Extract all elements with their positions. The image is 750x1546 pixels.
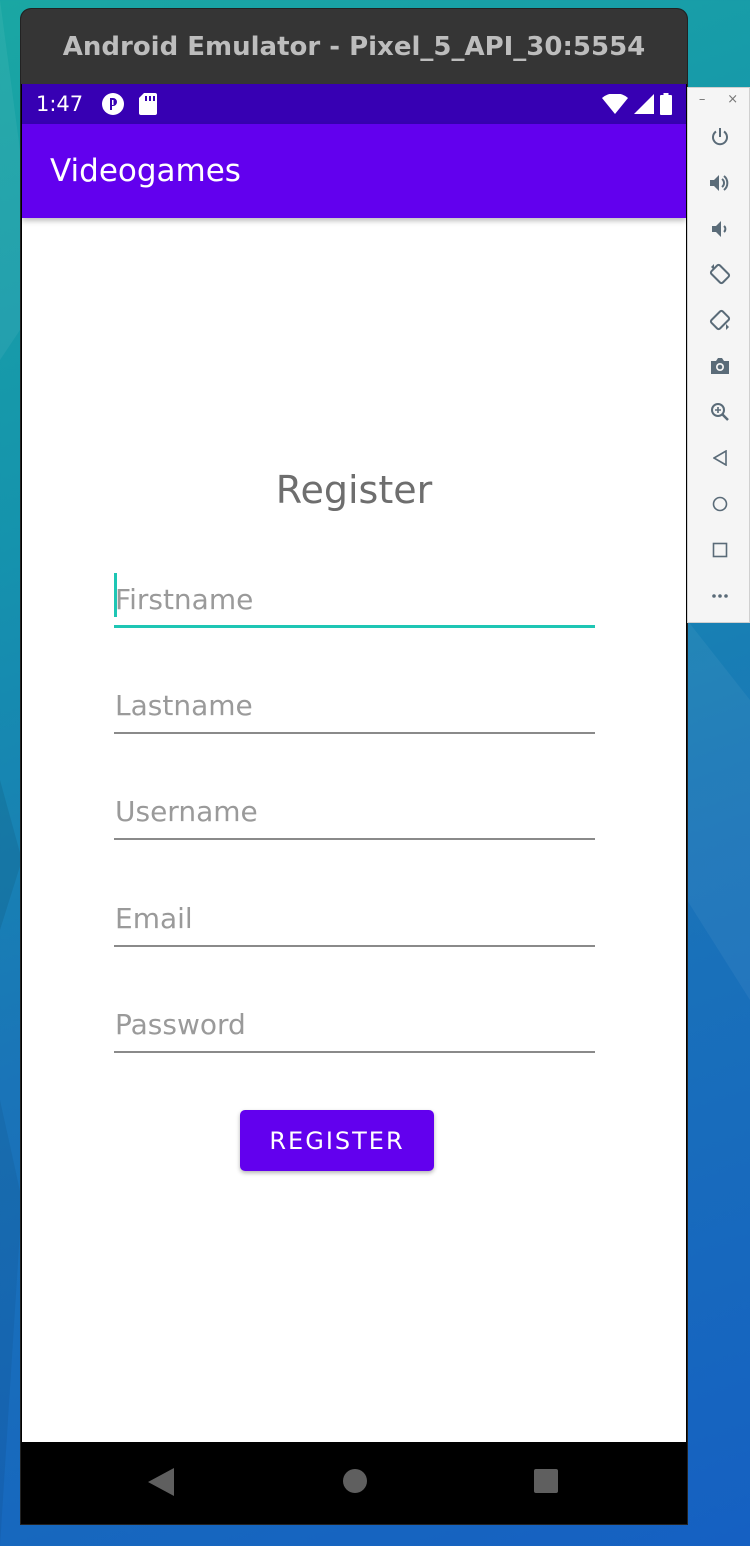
home-icon[interactable] <box>342 1468 368 1494</box>
firstname-input[interactable] <box>114 572 595 626</box>
sync-icon <box>101 92 125 116</box>
firstname-underline <box>114 625 595 628</box>
volume-down-icon[interactable] <box>688 209 750 249</box>
sd-card-icon <box>139 93 158 115</box>
status-bar: 1:47 <box>22 84 686 124</box>
back-icon[interactable] <box>148 1468 174 1496</box>
recents-icon[interactable] <box>533 1468 559 1494</box>
app-title: Videogames <box>50 153 241 189</box>
form-title: Register <box>275 468 433 512</box>
wifi-icon <box>602 94 628 114</box>
more-icon[interactable] <box>688 576 750 616</box>
minimize-icon[interactable]: – <box>699 92 706 110</box>
window-title-bar[interactable]: Android Emulator - Pixel_5_API_30:5554 <box>21 9 687 84</box>
register-form: Register REGISTER <box>22 218 686 1442</box>
lastname-underline <box>114 732 595 734</box>
camera-icon[interactable] <box>688 346 750 386</box>
overview-icon[interactable] <box>688 530 750 570</box>
emulator-side-panel: – × <box>687 87 750 623</box>
register-button[interactable]: REGISTER <box>240 1110 434 1171</box>
navigation-bar <box>22 1442 686 1524</box>
password-underline <box>114 1051 595 1053</box>
rotate-right-icon[interactable] <box>688 300 750 340</box>
password-input[interactable] <box>114 997 595 1051</box>
rotate-left-icon[interactable] <box>688 254 750 294</box>
lastname-field[interactable] <box>114 678 595 734</box>
back-icon[interactable] <box>688 438 750 478</box>
battery-icon <box>660 93 672 115</box>
window-title: Android Emulator - Pixel_5_API_30:5554 <box>62 31 646 62</box>
email-underline <box>114 945 595 947</box>
close-icon[interactable]: × <box>727 92 738 110</box>
email-field[interactable] <box>114 891 595 947</box>
home-icon[interactable] <box>688 484 750 524</box>
username-field[interactable] <box>114 784 595 840</box>
cell-signal-icon <box>634 94 654 114</box>
text-caret <box>114 573 117 617</box>
username-input[interactable] <box>114 784 595 838</box>
status-time: 1:47 <box>36 92 84 116</box>
emulator-window: Android Emulator - Pixel_5_API_30:5554 1… <box>21 9 687 1524</box>
email-input[interactable] <box>114 891 595 945</box>
app-bar: Videogames <box>22 124 686 218</box>
password-field[interactable] <box>114 997 595 1053</box>
firstname-field[interactable] <box>114 572 595 628</box>
volume-up-icon[interactable] <box>688 163 750 203</box>
power-icon[interactable] <box>688 117 750 157</box>
zoom-icon[interactable] <box>688 392 750 432</box>
lastname-input[interactable] <box>114 678 595 732</box>
device-screen: 1:47 Videogames Register Firstname Lastn… <box>22 84 686 1524</box>
username-underline <box>114 838 595 840</box>
